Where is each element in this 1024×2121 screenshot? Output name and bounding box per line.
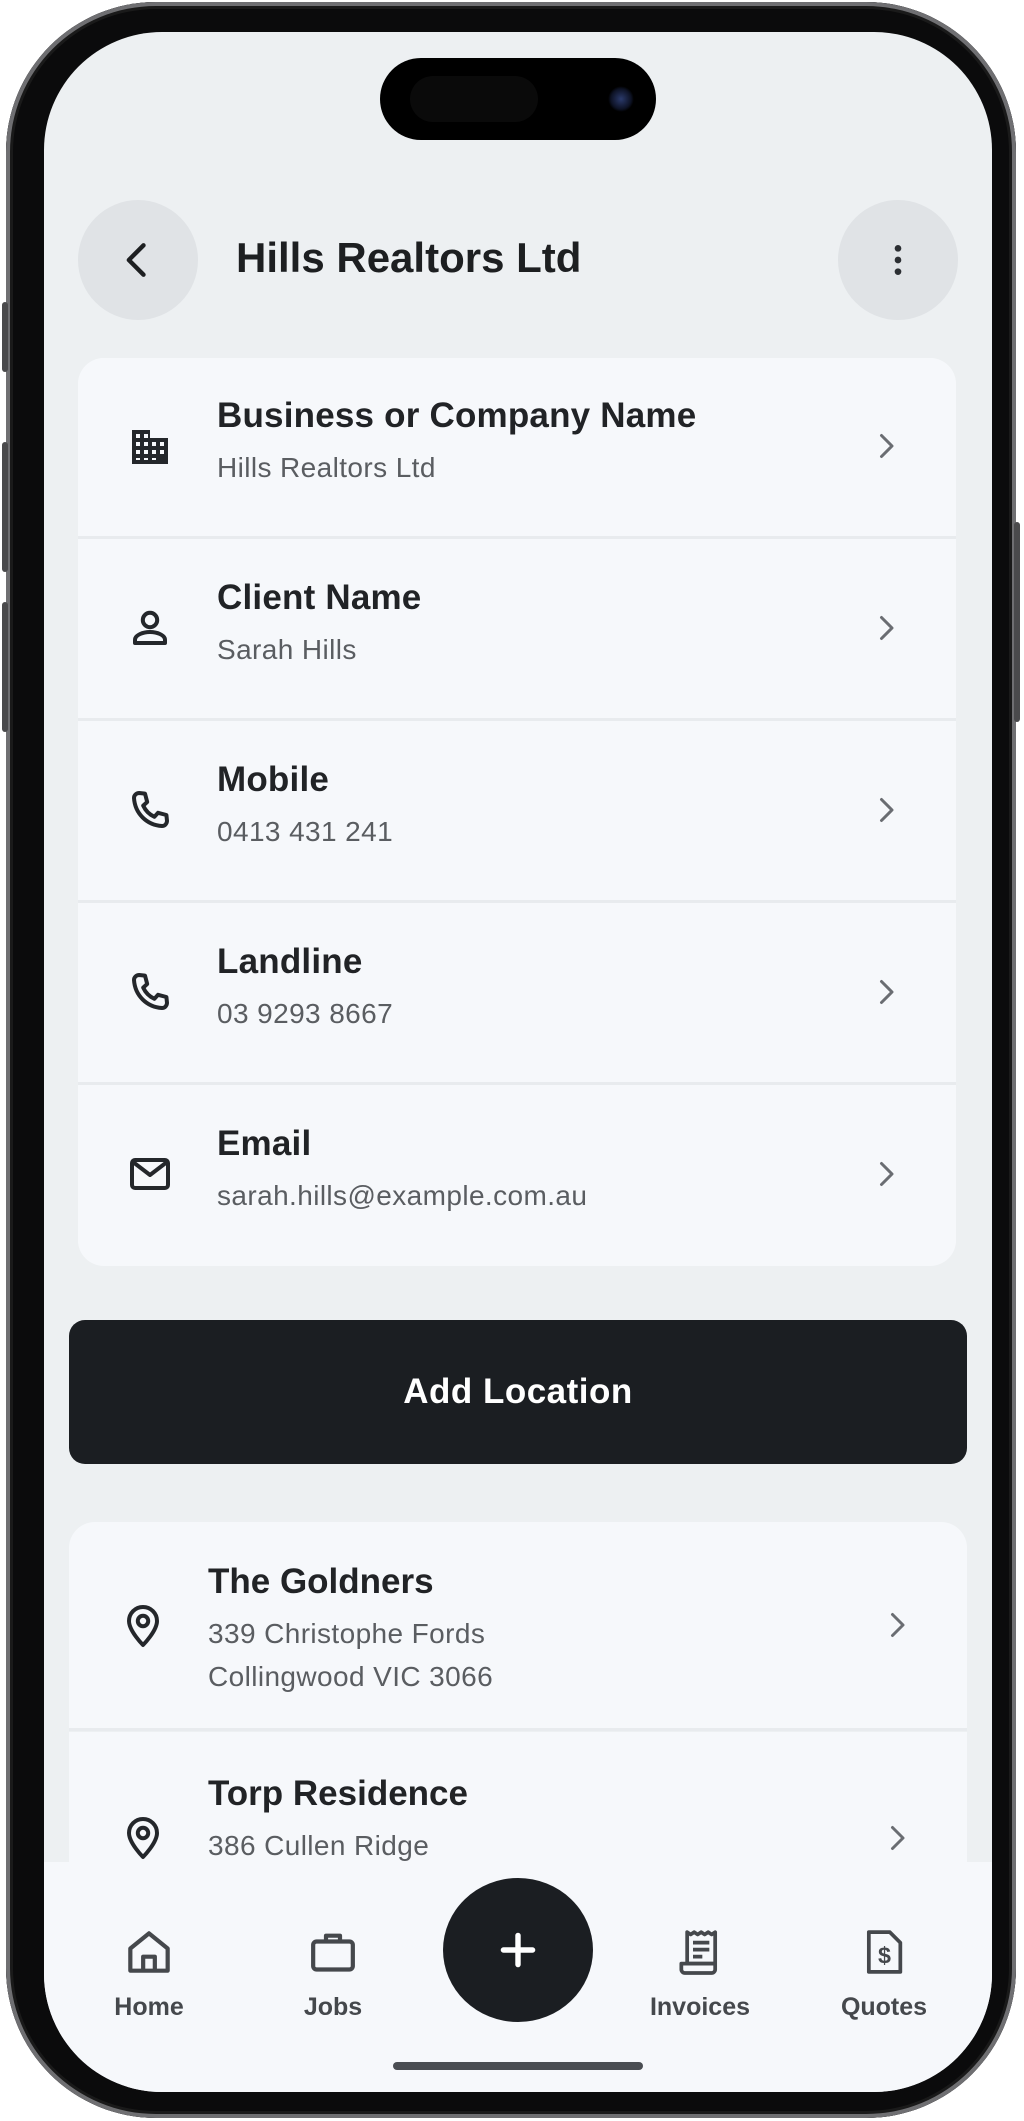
chevron-right-icon — [880, 434, 894, 458]
client-details-card: Business or Company Name Hills Realtors … — [78, 358, 956, 1266]
screen: Hills Realtors Ltd Business or Company N… — [44, 32, 992, 2092]
chevron-right-icon — [880, 616, 894, 640]
chevron-right-icon — [891, 1826, 905, 1850]
detail-value: 0413 431 241 — [217, 816, 394, 847]
tab-label: Invoices — [649, 1993, 751, 2021]
phone-frame: Hills Realtors Ltd Business or Company N… — [2, 2, 1020, 2118]
camera-icon — [608, 86, 634, 112]
volume-up-button — [2, 442, 8, 572]
detail-row-mobile[interactable]: Mobile 0413 431 241 — [78, 722, 956, 898]
home-icon — [128, 1931, 170, 1973]
add-location-button[interactable]: Add Location — [69, 1320, 967, 1464]
volume-down-button — [2, 602, 8, 732]
tab-label: Quotes — [840, 1993, 928, 2021]
divider — [78, 1082, 956, 1085]
detail-value: sarah.hills@example.com.au — [217, 1180, 588, 1211]
location-address-line1: 386 Cullen Ridge — [208, 1830, 430, 1861]
tab-label: Home — [114, 1993, 184, 2021]
detail-row-client-name[interactable]: Client Name Sarah Hills — [78, 540, 956, 716]
dynamic-island — [380, 58, 656, 140]
detail-row-email[interactable]: Email sarah.hills@example.com.au — [78, 1086, 956, 1262]
briefcase-icon — [311, 1933, 355, 1972]
divider — [78, 718, 956, 721]
location-address-line2: Collingwood VIC 3066 — [208, 1661, 494, 1692]
detail-label: Landline — [217, 942, 363, 981]
divider — [78, 536, 956, 539]
add-fab-button[interactable] — [443, 1878, 593, 2022]
chevron-right-icon — [880, 1162, 894, 1186]
tab-invoices[interactable]: Invoices — [630, 1924, 770, 2022]
phone-icon — [132, 791, 169, 828]
divider — [78, 900, 956, 903]
quote-document-icon: $ — [866, 1930, 903, 1974]
sensor — [410, 76, 538, 122]
detail-label: Email — [217, 1124, 312, 1163]
tab-home[interactable]: Home — [79, 1924, 219, 2022]
location-pin-icon — [127, 1605, 159, 1647]
detail-value: 03 9293 8667 — [217, 998, 394, 1029]
location-name: Torp Residence — [208, 1774, 468, 1813]
chevron-right-icon — [891, 1613, 905, 1637]
plus-icon — [500, 1932, 536, 1968]
mail-icon — [130, 1158, 170, 1190]
power-button — [1014, 522, 1020, 722]
location-pin-icon — [127, 1817, 159, 1859]
tab-jobs[interactable]: Jobs — [263, 1924, 403, 2022]
chevron-right-icon — [880, 798, 894, 822]
person-icon — [133, 610, 167, 645]
more-options-button[interactable] — [838, 200, 958, 320]
chevron-left-icon — [126, 243, 146, 277]
building-icon — [132, 430, 168, 464]
action-button — [2, 302, 8, 372]
detail-value: Hills Realtors Ltd — [217, 452, 436, 483]
app-header: Hills Realtors Ltd — [44, 200, 992, 320]
chevron-right-icon — [880, 980, 894, 1004]
tab-label: Jobs — [303, 1993, 363, 2021]
detail-value: Sarah Hills — [217, 634, 357, 665]
location-name: The Goldners — [208, 1562, 434, 1601]
detail-label: Business or Company Name — [217, 396, 697, 435]
more-vertical-icon — [894, 245, 902, 275]
page-title: Hills Realtors Ltd — [236, 234, 582, 281]
divider — [69, 1728, 967, 1731]
back-button[interactable] — [78, 200, 198, 320]
detail-row-company[interactable]: Business or Company Name Hills Realtors … — [78, 358, 956, 534]
location-item[interactable]: Torp Residence 386 Cullen Ridge — [69, 1732, 967, 1872]
location-item[interactable]: The Goldners 339 Christophe Fords Collin… — [69, 1522, 967, 1728]
detail-row-landline[interactable]: Landline 03 9293 8667 — [78, 904, 956, 1080]
receipt-icon — [679, 1930, 718, 1975]
home-indicator[interactable] — [393, 2062, 643, 2070]
phone-icon — [132, 973, 169, 1010]
svg-text:$: $ — [878, 1943, 891, 1969]
tab-quotes[interactable]: $ Quotes — [814, 1924, 954, 2022]
location-address-line1: 339 Christophe Fords — [208, 1618, 486, 1649]
detail-label: Client Name — [217, 578, 422, 617]
detail-label: Mobile — [217, 760, 330, 799]
